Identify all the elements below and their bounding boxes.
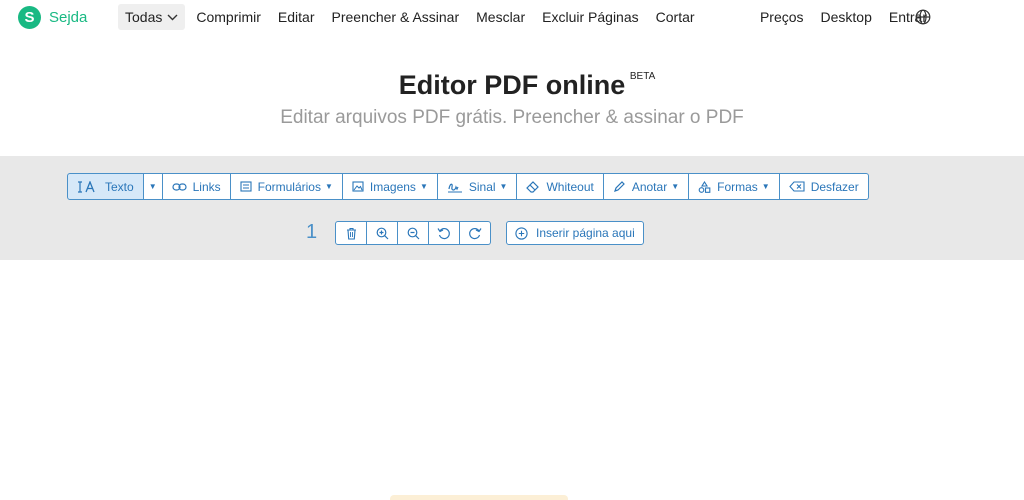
nav-crop[interactable]: Cortar [648, 4, 703, 30]
tool-shapes-button[interactable]: Formas ▼ [689, 173, 780, 200]
logo-text: Sejda [49, 9, 88, 26]
nav-fill-sign[interactable]: Preencher & Assinar [324, 4, 468, 30]
tool-images-button[interactable]: Imagens ▼ [342, 173, 438, 200]
beta-badge: BETA [629, 71, 656, 82]
hero: Editor PDF online BETA [0, 70, 1024, 101]
caret-down-icon: ▼ [761, 182, 770, 191]
page-title: Editor PDF online BETA [398, 70, 656, 101]
page-tool-group [335, 221, 491, 245]
tool-annotate-button[interactable]: Anotar ▼ [603, 173, 690, 200]
tool-label: Texto [105, 179, 134, 194]
globe-icon[interactable] [915, 9, 931, 25]
tool-forms-button[interactable]: Formulários ▼ [230, 173, 343, 200]
shapes-icon [698, 180, 711, 193]
nav-account: Preços Desktop Entrar [752, 4, 936, 30]
nav-tools: Todas Comprimir Editar Preencher & Assin… [118, 4, 704, 30]
top-navigation: S Sejda Todas Comprimir Editar Preencher… [0, 0, 1024, 34]
insert-page-button[interactable]: Inserir página aqui [506, 221, 644, 245]
nav-label: Todas [125, 9, 163, 25]
eraser-icon [526, 180, 540, 193]
tool-text-button[interactable]: Texto [67, 173, 144, 200]
zoom-in-button[interactable] [367, 221, 398, 245]
tool-label: Formas [717, 179, 758, 194]
logo-mark: S [18, 6, 41, 29]
link-icon [172, 182, 187, 192]
nav-edit[interactable]: Editar [270, 4, 323, 30]
nav-merge[interactable]: Mesclar [468, 4, 533, 30]
tool-label: Anotar [631, 179, 668, 194]
upload-area-edge [390, 495, 568, 500]
plus-circle-icon [515, 226, 528, 240]
nav-desktop[interactable]: Desktop [813, 4, 880, 30]
pen-icon [613, 180, 626, 193]
signature-icon [447, 181, 463, 193]
caret-down-icon: ▼ [499, 182, 508, 191]
insert-page-label: Inserir página aqui [536, 226, 635, 240]
caret-down-icon: ▼ [671, 182, 680, 191]
caret-down-icon: ▼ [324, 182, 333, 191]
nav-all-tools-dropdown[interactable]: Todas [118, 4, 186, 30]
zoom-out-icon [407, 227, 419, 239]
nav-compress[interactable]: Comprimir [188, 4, 269, 30]
delete-page-button[interactable] [335, 221, 367, 245]
zoom-in-icon [376, 227, 388, 239]
tool-sign-button[interactable]: Sinal ▼ [437, 173, 518, 200]
rotate-right-icon [469, 227, 482, 239]
tool-label: Whiteout [546, 179, 594, 194]
tool-label: Formulários [257, 179, 321, 194]
editor-toolbar: Texto ▼ Links Formulários ▼ Imagens ▼ Si… [67, 173, 869, 200]
text-options-dropdown[interactable]: ▼ [143, 173, 163, 200]
tool-label: Desfazer [810, 179, 859, 194]
rotate-right-button[interactable] [460, 221, 491, 245]
caret-down-icon: ▼ [419, 182, 428, 191]
rotate-left-icon [437, 227, 450, 239]
tool-links-button[interactable]: Links [162, 173, 231, 200]
form-icon [240, 181, 252, 192]
tool-undo-button[interactable]: Desfazer [779, 173, 869, 200]
text-cursor-icon [77, 180, 99, 193]
trash-icon [346, 227, 356, 240]
page-controls: 1 Inserir página aqui [0, 221, 1024, 245]
nav-pricing[interactable]: Preços [752, 4, 812, 30]
image-icon [352, 181, 364, 192]
page-title-text: Editor PDF online [398, 70, 626, 100]
page-subtitle: Editar arquivos PDF grátis. Preencher & … [280, 107, 744, 128]
tool-label: Links [192, 179, 221, 194]
tool-label: Imagens [369, 179, 416, 194]
tool-label: Sinal [468, 179, 496, 194]
caret-down-icon: ▼ [148, 182, 157, 191]
brand-logo[interactable]: S Sejda [18, 6, 87, 29]
undo-icon [788, 181, 805, 192]
page-number: 1 [306, 221, 318, 243]
rotate-left-button[interactable] [429, 221, 460, 245]
tool-whiteout-button[interactable]: Whiteout [517, 173, 604, 200]
chevron-down-icon [167, 14, 178, 20]
zoom-out-button[interactable] [398, 221, 429, 245]
nav-delete-pages[interactable]: Excluir Páginas [534, 4, 647, 30]
